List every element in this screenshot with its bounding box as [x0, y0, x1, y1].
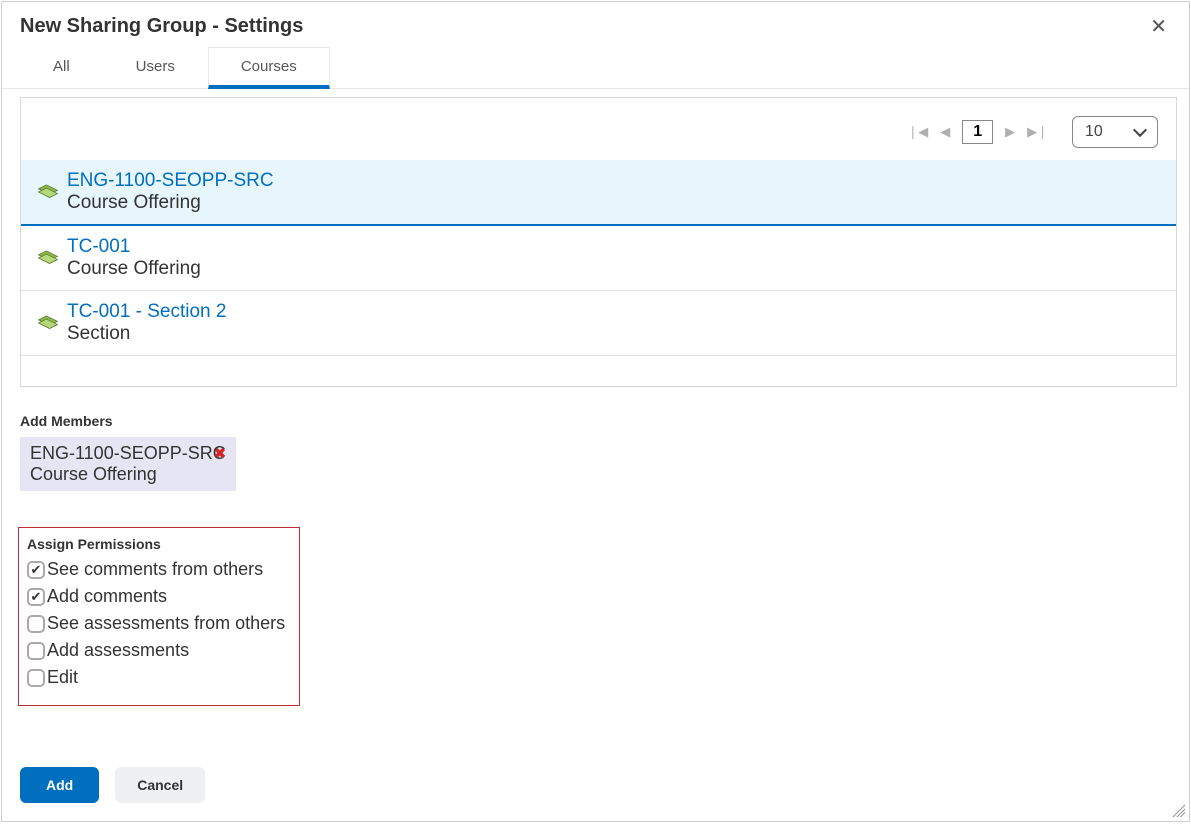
permission-label: See comments from others — [47, 559, 263, 580]
course-info: TC-001 - Section 2 Section — [67, 301, 226, 345]
content-scroll[interactable]: ❘◀ ◀ 1 ▶ ▶❘ 10 ENG-1100-SEOPP-SRC Course… — [2, 89, 1189, 770]
member-chip-title: ENG-1100-SEOPP-SRC — [30, 443, 226, 464]
tab-courses[interactable]: Courses — [208, 47, 330, 89]
pager-size-value: 10 — [1085, 123, 1103, 141]
course-type: Course Offering — [67, 192, 274, 214]
course-row[interactable]: TC-001 - Section 2 Section — [21, 291, 1176, 356]
course-list: ENG-1100-SEOPP-SRC Course Offering TC-00… — [21, 160, 1176, 356]
book-icon — [35, 312, 61, 334]
checkbox-add-assessments[interactable] — [27, 642, 45, 660]
assign-permissions-heading: Assign Permissions — [27, 536, 293, 556]
permission-row[interactable]: Edit — [27, 664, 293, 691]
course-link[interactable]: ENG-1100-SEOPP-SRC — [67, 170, 274, 192]
close-icon[interactable]: ✕ — [1146, 14, 1171, 39]
course-row[interactable]: TC-001 Course Offering — [21, 226, 1176, 291]
dialog: New Sharing Group - Settings ✕ All Users… — [1, 1, 1190, 822]
pager-last-icon[interactable]: ▶❘ — [1023, 122, 1052, 142]
pager: ❘◀ ◀ 1 ▶ ▶❘ 10 — [21, 98, 1176, 160]
permission-label: Add comments — [47, 586, 167, 607]
checkbox-see-assessments[interactable] — [27, 615, 45, 633]
dialog-header: New Sharing Group - Settings ✕ — [2, 2, 1189, 47]
pager-first-icon[interactable]: ❘◀ — [903, 122, 932, 142]
course-info: ENG-1100-SEOPP-SRC Course Offering — [67, 170, 274, 214]
dialog-footer: Add Cancel — [20, 767, 205, 803]
tab-users[interactable]: Users — [103, 47, 208, 88]
assign-permissions-box: Assign Permissions See comments from oth… — [18, 527, 300, 706]
member-chip: ENG-1100-SEOPP-SRC Course Offering ✖ — [20, 437, 236, 491]
course-row[interactable]: ENG-1100-SEOPP-SRC Course Offering — [21, 160, 1176, 226]
permission-row[interactable]: See comments from others — [27, 556, 293, 583]
cancel-button[interactable]: Cancel — [115, 767, 205, 803]
checkbox-see-comments[interactable] — [27, 561, 45, 579]
course-type: Course Offering — [67, 258, 201, 280]
dialog-title: New Sharing Group - Settings — [20, 15, 303, 38]
permission-row[interactable]: Add comments — [27, 583, 293, 610]
pager-prev-icon[interactable]: ◀ — [936, 122, 954, 142]
course-link[interactable]: TC-001 - Section 2 — [67, 301, 226, 323]
checkbox-edit[interactable] — [27, 669, 45, 687]
add-button[interactable]: Add — [20, 767, 99, 803]
pager-size-select[interactable]: 10 — [1072, 116, 1158, 148]
course-type: Section — [67, 323, 226, 345]
permission-row[interactable]: See assessments from others — [27, 610, 293, 637]
resize-grip-icon[interactable] — [1169, 801, 1185, 817]
chevron-down-icon — [1133, 123, 1147, 137]
tab-bar: All Users Courses — [2, 47, 1189, 89]
course-info: TC-001 Course Offering — [67, 236, 201, 280]
permission-row[interactable]: Add assessments — [27, 637, 293, 664]
courses-panel: ❘◀ ◀ 1 ▶ ▶❘ 10 ENG-1100-SEOPP-SRC Course… — [20, 97, 1177, 387]
tab-all[interactable]: All — [20, 47, 103, 88]
book-icon — [35, 247, 61, 269]
add-members-heading: Add Members — [2, 395, 1185, 437]
course-link[interactable]: TC-001 — [67, 236, 201, 258]
permission-label: Edit — [47, 667, 78, 688]
checkbox-add-comments[interactable] — [27, 588, 45, 606]
remove-icon[interactable]: ✖ — [214, 445, 226, 462]
permission-label: Add assessments — [47, 640, 189, 661]
member-chip-subtitle: Course Offering — [30, 464, 226, 485]
book-icon — [35, 181, 61, 203]
pager-next-icon[interactable]: ▶ — [1001, 122, 1019, 142]
pager-page[interactable]: 1 — [962, 120, 993, 144]
permission-label: See assessments from others — [47, 613, 285, 634]
